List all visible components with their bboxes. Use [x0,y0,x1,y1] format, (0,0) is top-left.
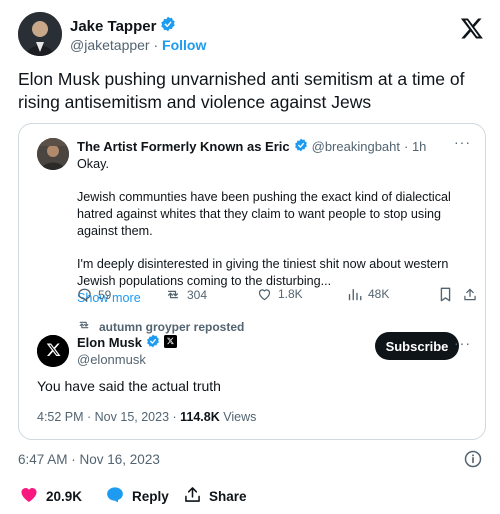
verified-badge-icon [146,334,160,351]
repost-icon [165,287,181,302]
share-button[interactable]: Share [184,486,247,506]
tweet-timestamp[interactable]: 6:47 AM · Nov 16, 2023 [18,452,160,467]
like-button[interactable]: 20.9K [20,486,82,506]
chat-bubble-icon [106,486,124,506]
quoted-body: Okay. Jewish communties have been pushin… [77,156,477,307]
reply-label: Reply [132,488,169,504]
x-logo-icon[interactable] [460,16,484,40]
repost-icon [77,319,91,334]
reply-text: You have said the actual truth [37,378,221,394]
repost-indicator: autumn groyper reposted [77,319,244,334]
quoted-author-name[interactable]: The Artist Formerly Known as Eric [77,139,290,154]
quoted-author-handle[interactable]: @breakingbaht [312,139,400,154]
quoted-actions: 59 304 1.8K 48K [77,287,477,307]
verified-badge-icon [160,16,176,36]
reply-count: 59 [98,287,112,302]
repost-action[interactable]: 304 [165,287,207,302]
share-label: Share [209,488,247,504]
more-icon[interactable]: ··· [454,335,471,351]
verified-badge-icon [294,138,308,155]
tweet-header: Jake Tapper @jaketapper · Follow [18,12,484,60]
quoted-line-1: Okay. [77,157,109,171]
reply-author-row: Elon Musk [77,334,178,351]
x-logo-icon [164,334,178,351]
reply-views-label: Views [223,410,257,424]
like-count: 20.9K [46,488,83,504]
quoted-avatar[interactable] [37,138,69,170]
tweet-text: Elon Musk pushing unvarnished anti semit… [18,69,465,112]
quoted-line-2: Jewish communties have been pushing the … [77,190,451,238]
like-count: 1.8K [278,287,303,301]
upload-icon [184,486,201,506]
heart-icon [20,486,38,506]
reply-button[interactable]: Reply [106,486,169,506]
share-icon[interactable] [463,287,477,302]
like-action[interactable]: 1.8K [257,287,303,301]
more-icon[interactable]: ··· [454,134,471,150]
repost-label[interactable]: autumn groyper reposted [99,320,244,334]
separator: · [153,37,159,53]
quoted-time: · 1h [404,139,427,154]
follow-button[interactable]: Follow [162,37,206,53]
views-action[interactable]: 48K [347,287,389,301]
subscribe-button[interactable]: Subscribe [375,332,459,360]
reply-meta: 4:52 PM · Nov 15, 2023 · 114.8K Views [37,410,256,424]
quote-card[interactable]: The Artist Formerly Known as Eric @break… [18,123,486,440]
reply-time[interactable]: 4:52 PM · Nov 15, 2023 · [37,410,177,424]
views-icon [347,287,362,301]
author-handle[interactable]: @jaketapper [70,37,150,53]
reply-icon [77,287,92,302]
info-icon[interactable] [464,450,482,468]
reply-author-name[interactable]: Elon Musk [77,335,142,350]
footer-actions: 20.9K Reply Share [18,486,484,506]
avatar[interactable] [18,12,62,56]
author-name-row: Jake Tapper [70,16,176,36]
bookmark-icon[interactable] [439,287,452,302]
reply-views-count: 114.8K [180,410,220,424]
views-count: 48K [368,287,390,301]
repost-count: 304 [187,287,208,302]
quoted-author-row: The Artist Formerly Known as Eric @break… [77,138,426,155]
reply-action[interactable]: 59 [77,287,111,302]
author-name[interactable]: Jake Tapper [70,18,156,35]
reply-avatar[interactable] [37,335,69,367]
like-icon [257,287,272,301]
author-handle-row: @jaketapper · Follow [70,37,206,53]
quoted-line-3: I'm deeply disinterested in giving the t… [77,257,449,288]
reply-author-handle[interactable]: @elonmusk [77,352,146,367]
